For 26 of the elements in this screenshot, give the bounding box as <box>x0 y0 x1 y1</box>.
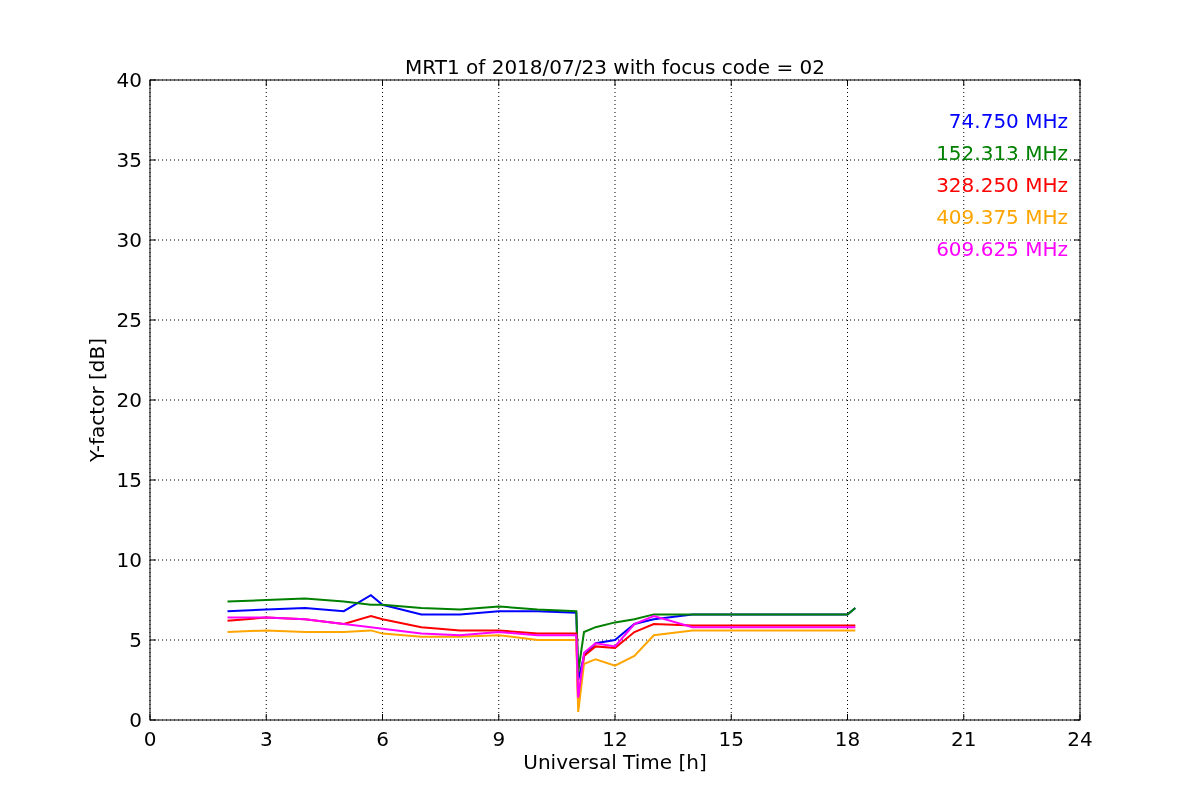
tick-label: 20 <box>116 388 142 412</box>
tick-label: 21 <box>951 727 977 751</box>
axis-label: Universal Time [h] <box>523 750 707 774</box>
tick-label: 40 <box>116 68 142 92</box>
tick-label: 15 <box>718 727 744 751</box>
tick-label: 18 <box>834 727 861 751</box>
legend-label: 74.750 MHz <box>948 109 1068 133</box>
legend-label: 409.375 MHz <box>936 205 1068 229</box>
tick-label: 3 <box>259 727 273 751</box>
tick-label: 5 <box>129 628 142 652</box>
tick-label: 25 <box>116 308 142 332</box>
chart-title: MRT1 of 2018/07/23 with focus code = 02 <box>405 55 825 79</box>
legend-label: 152.313 MHz <box>936 141 1068 165</box>
axis-label: Y-factor [dB] <box>85 338 109 462</box>
tick-label: 15 <box>116 468 142 492</box>
tick-label: 0 <box>129 708 142 732</box>
tick-label: 24 <box>1067 727 1093 751</box>
tick-label: 30 <box>116 228 142 252</box>
tick-label: 35 <box>116 148 142 172</box>
tick-label: 9 <box>492 727 506 751</box>
tick-label: 6 <box>376 727 389 751</box>
tick-label: 12 <box>602 727 628 751</box>
legend-label: 328.250 MHz <box>936 173 1068 197</box>
tick-label: 10 <box>116 548 142 572</box>
legend-label: 609.625 MHz <box>936 237 1068 261</box>
tick-label: 0 <box>143 727 157 751</box>
